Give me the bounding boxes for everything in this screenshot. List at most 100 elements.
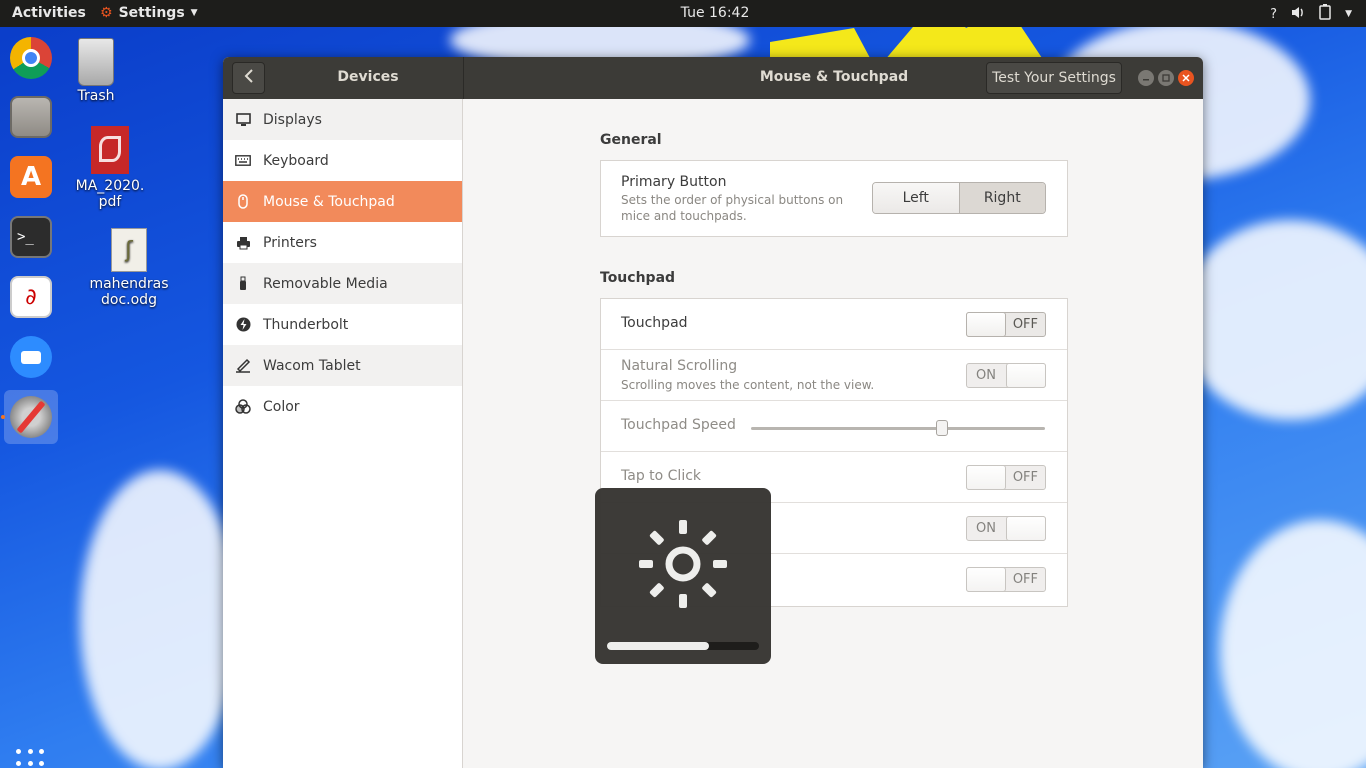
wallpaper-cloud [1180,220,1366,420]
desktop-icon-label: Trash [77,88,115,104]
switch-state: ON [976,368,996,383]
settings-content: General Primary Button Sets the order of… [464,99,1203,768]
sidebar-item-thunderbolt[interactable]: Thunderbolt [223,304,462,345]
top-bar: Activities ⚙ Settings ▼ Tue 16:42 ? ▼ [0,0,1366,27]
sidebar-item-color[interactable]: Color [223,386,462,427]
sidebar-header: Devices [223,57,464,99]
printer-icon [235,235,251,251]
right-button-option[interactable]: Right [958,183,1045,213]
chevron-left-icon [244,69,254,87]
sidebar: Displays Keyboard Mouse & Touchpad Print… [223,99,463,768]
color-icon [235,399,251,415]
natural-scrolling-switch[interactable]: ON [966,363,1046,388]
zoom-launcher[interactable] [4,330,58,384]
primary-button-selector: Left Right [872,182,1046,214]
document-viewer-icon: ∂ [10,276,52,318]
sidebar-item-label: Printers [263,234,317,251]
chevron-down-icon: ▼ [1345,9,1352,19]
switch-state: OFF [1012,317,1038,332]
sidebar-item-displays[interactable]: Displays [223,99,462,140]
sidebar-title: Devices [337,69,399,85]
touchpad-switch[interactable]: OFF [966,312,1046,337]
drawing-file-icon: ʃ [111,228,147,272]
left-button-option[interactable]: Left [873,183,959,213]
switch-knob [1006,516,1046,541]
switch-knob [1006,363,1046,388]
general-frame: Primary Button Sets the order of physica… [600,160,1068,237]
help-icon[interactable]: ? [1270,7,1277,22]
usb-icon [235,276,251,292]
touchpad-option-switch[interactable]: ON [966,516,1046,541]
switch-state: ON [976,521,996,536]
touchpad-option-switch[interactable]: OFF [966,567,1046,592]
dock: A >_ ∂ [0,27,62,768]
software-launcher[interactable]: A [4,150,58,204]
sidebar-item-removable-media[interactable]: Removable Media [223,263,462,304]
software-center-icon: A [10,156,52,198]
terminal-icon: >_ [10,216,52,258]
volume-icon [1291,6,1305,23]
natural-scrolling-row: Natural Scrolling Scrolling moves the co… [601,350,1067,401]
sidebar-item-label: Keyboard [263,152,329,169]
sidebar-item-mouse-touchpad[interactable]: Mouse & Touchpad [223,181,462,222]
battery-icon [1319,4,1331,24]
mouse-icon [235,194,251,210]
primary-button-description: Sets the order of physical buttons on [621,193,844,207]
touchpad-speed-slider[interactable] [751,420,1045,436]
touchpad-label: Touchpad [621,315,688,331]
wallpaper-cloud [1220,520,1366,768]
sidebar-item-label: Displays [263,111,322,128]
brightness-osd [595,488,771,664]
desktop-icon-label: MA_2020. pdf [75,178,145,210]
sidebar-item-keyboard[interactable]: Keyboard [223,140,462,181]
keyboard-icon [235,153,251,169]
switch-knob [966,312,1006,337]
close-button[interactable] [1178,70,1194,86]
touchpad-row: Touchpad OFF [601,299,1067,350]
sidebar-item-label: Thunderbolt [263,316,349,333]
brightness-icon [639,520,727,612]
test-your-settings-button[interactable]: Test Your Settings [986,62,1122,94]
tap-to-click-switch[interactable]: OFF [966,465,1046,490]
touchpad-speed-label: Touchpad Speed [621,417,736,433]
minimize-button[interactable] [1138,70,1154,86]
system-tray[interactable]: ? ▼ [1270,4,1352,24]
sidebar-item-wacom-tablet[interactable]: Wacom Tablet [223,345,462,386]
tap-to-click-label: Tap to Click [621,468,702,484]
natural-scrolling-description: Scrolling moves the content, not the vie… [621,378,875,392]
tablet-icon [235,358,251,374]
touchpad-speed-row: Touchpad Speed [601,401,1067,452]
clock[interactable]: Tue 16:42 [0,5,1366,21]
document-viewer-launcher[interactable]: ∂ [4,270,58,324]
desktop-icon-trash[interactable]: Trash [56,38,136,104]
sidebar-item-printers[interactable]: Printers [223,222,462,263]
wallpaper-cloud [80,470,240,768]
desktop-icon-odg[interactable]: ʃ mahendras doc.odg [89,228,169,308]
brightness-level-fill [607,642,709,650]
show-applications-button[interactable] [16,749,46,768]
settings-launcher[interactable] [4,390,58,444]
primary-button-label: Primary Button [621,174,727,190]
sidebar-item-label: Mouse & Touchpad [263,193,395,210]
slider-handle[interactable] [936,420,949,436]
zoom-icon [10,336,52,378]
sidebar-item-label: Color [263,398,300,415]
display-icon [235,112,251,128]
desktop-icon-pdf[interactable]: MA_2020. pdf [70,126,150,210]
chrome-launcher[interactable] [4,31,58,85]
switch-knob [966,567,1006,592]
primary-button-description: mice and touchpads. [621,209,747,223]
general-section-title: General [600,132,662,148]
brightness-level-bar [607,642,759,650]
back-button[interactable] [232,62,265,94]
switch-state: OFF [1012,572,1038,587]
maximize-button[interactable] [1158,70,1174,86]
terminal-launcher[interactable]: >_ [4,210,58,264]
sidebar-item-label: Wacom Tablet [263,357,361,374]
header-bar: Devices Mouse & Touchpad Test Your Setti… [223,57,1203,99]
thunderbolt-icon [235,317,251,333]
files-launcher[interactable] [4,90,58,144]
natural-scrolling-label: Natural Scrolling [621,358,738,374]
pdf-file-icon [91,126,129,174]
touchpad-section-title: Touchpad [600,270,676,286]
